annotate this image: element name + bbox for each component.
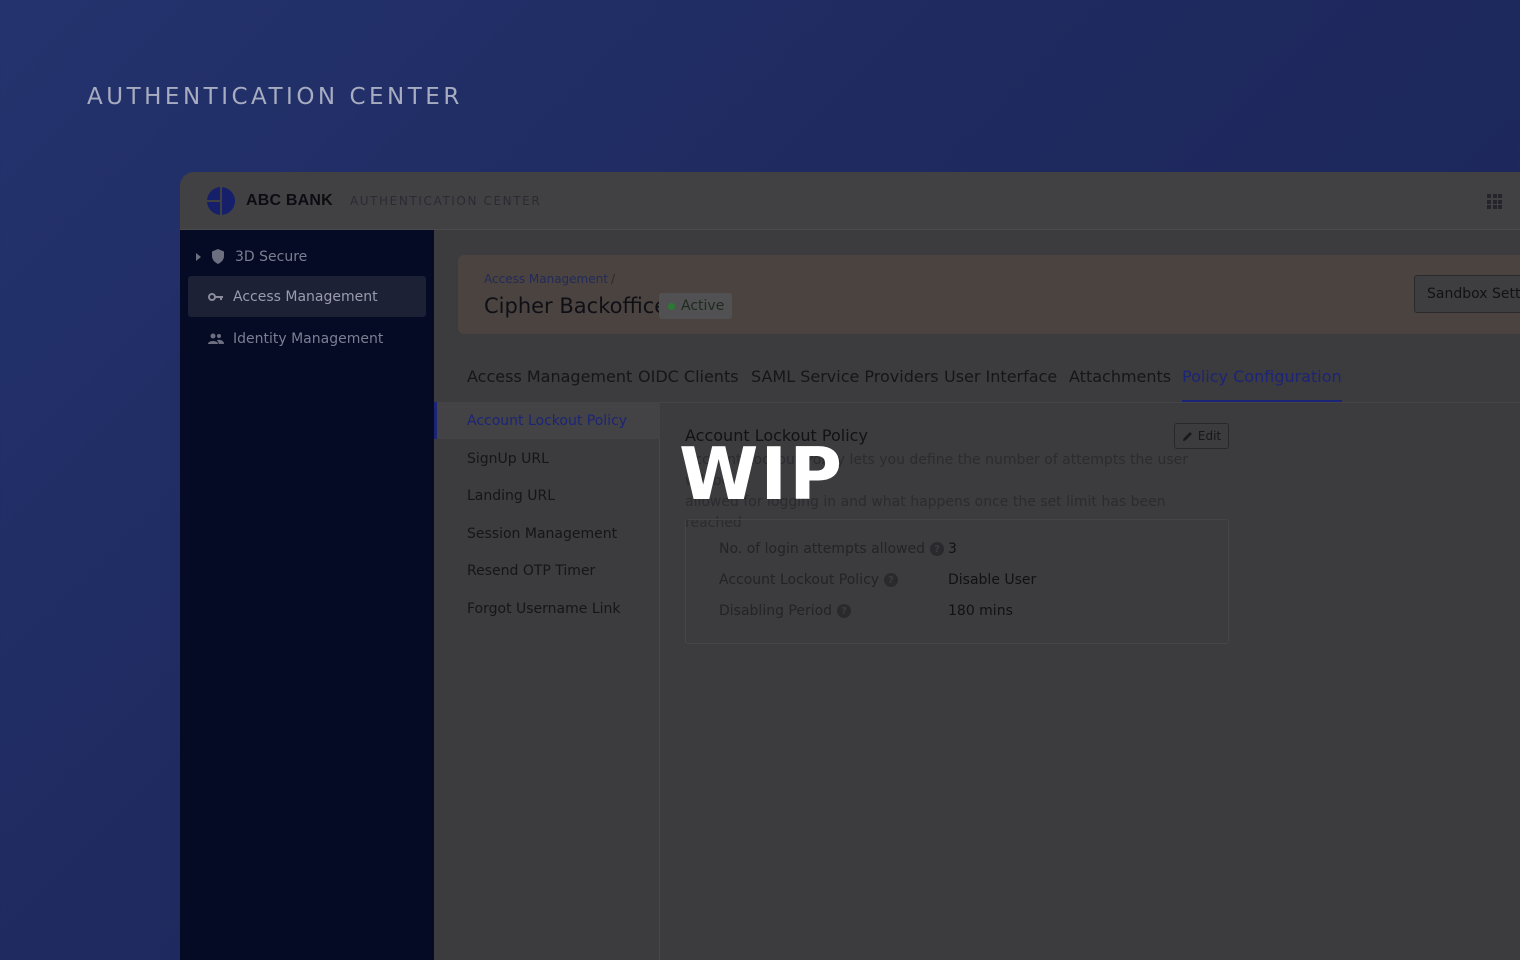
- breadcrumb-link[interactable]: Access Management: [484, 272, 608, 286]
- detail-row: Account Lockout Policy? Disable User: [719, 572, 1036, 588]
- wip-overlay-text: WIP: [679, 432, 844, 516]
- brand-subtitle: AUTHENTICATION CENTER: [349, 193, 542, 208]
- shield-icon: [210, 249, 226, 265]
- status-label: Active: [681, 298, 725, 314]
- tab-user-interface[interactable]: User Interface: [944, 367, 1057, 402]
- help-icon[interactable]: ?: [837, 604, 852, 618]
- policy-subnav: Account Lockout Policy SignUp URL Landin…: [434, 402, 660, 960]
- help-icon[interactable]: ?: [884, 573, 899, 587]
- sidebar-item-3d-secure[interactable]: 3D Secure: [188, 236, 426, 277]
- subnav-session-management[interactable]: Session Management: [434, 515, 660, 552]
- edit-label: Edit: [1197, 429, 1222, 443]
- main-panel: Access Management / Cipher Backoffice Act…: [434, 230, 1520, 960]
- tab-access-management[interactable]: Access Management: [467, 367, 632, 402]
- app-grid-icon[interactable]: [1487, 194, 1502, 209]
- app-window: ABC BANK AUTHENTICATION CENTER 3D Secure…: [180, 172, 1520, 960]
- policy-details-card: No. of login attempts allowed? 3 Account…: [685, 519, 1229, 644]
- subnav-resend-otp-timer[interactable]: Resend OTP Timer: [434, 552, 660, 589]
- detail-label: Disabling Period?: [719, 603, 948, 619]
- sidebar-item-identity-management[interactable]: Identity Management: [188, 318, 426, 359]
- detail-value: 180 mins: [948, 603, 1013, 619]
- tab-policy-configuration[interactable]: Policy Configuration: [1182, 367, 1342, 402]
- sidebar-item-access-management[interactable]: Access Management: [188, 276, 426, 317]
- sidebar-item-label: Identity Management: [233, 330, 384, 347]
- tab-bar: Access Management OIDC Clients SAML Serv…: [467, 367, 1520, 403]
- page-header: Access Management / Cipher Backoffice Act…: [458, 255, 1520, 334]
- sidebar-item-label: 3D Secure: [235, 248, 308, 265]
- help-icon[interactable]: ?: [930, 542, 944, 556]
- detail-value: 3: [948, 541, 957, 557]
- pencil-icon: [1182, 431, 1192, 441]
- subnav-signup-url[interactable]: SignUp URL: [434, 440, 660, 477]
- detail-value: Disable User: [948, 572, 1037, 588]
- users-icon: [208, 331, 224, 347]
- detail-row: Disabling Period? 180 mins: [719, 603, 1013, 619]
- page-title: Cipher Backoffice: [484, 294, 668, 318]
- key-icon: [208, 289, 224, 305]
- subnav-account-lockout-policy[interactable]: Account Lockout Policy: [434, 402, 660, 439]
- detail-label: No. of login attempts allowed?: [719, 541, 948, 557]
- detail-row: No. of login attempts allowed? 3: [719, 541, 957, 557]
- sidebar: 3D Secure Access Management Identity Man…: [180, 230, 434, 960]
- breadcrumb-separator: /: [610, 272, 615, 286]
- sandbox-settings-button[interactable]: Sandbox Settings: [1414, 275, 1520, 313]
- tab-attachments[interactable]: Attachments: [1069, 367, 1171, 402]
- subnav-landing-url[interactable]: Landing URL: [434, 477, 660, 514]
- tab-oidc-clients[interactable]: OIDC Clients: [638, 367, 739, 402]
- status-badge: Active: [659, 293, 733, 319]
- detail-label: Account Lockout Policy?: [719, 572, 948, 588]
- policy-content: Account Lockout Policy Edit Account Lock…: [679, 423, 1229, 644]
- bank-logo-icon: [206, 185, 235, 216]
- caret-right-icon: [196, 252, 201, 261]
- status-dot-icon: [668, 302, 675, 310]
- sidebar-item-label: Access Management: [233, 288, 378, 305]
- breadcrumb: Access Management /: [484, 272, 615, 286]
- subnav-forgot-username-link[interactable]: Forgot Username Link: [434, 590, 660, 627]
- brand-name: ABC BANK: [246, 191, 333, 209]
- top-bar: ABC BANK AUTHENTICATION CENTER: [180, 172, 1520, 230]
- edit-button[interactable]: Edit: [1174, 423, 1229, 449]
- tab-saml-service-providers[interactable]: SAML Service Providers: [751, 367, 939, 402]
- hero-title: AUTHENTICATION CENTER: [87, 84, 463, 110]
